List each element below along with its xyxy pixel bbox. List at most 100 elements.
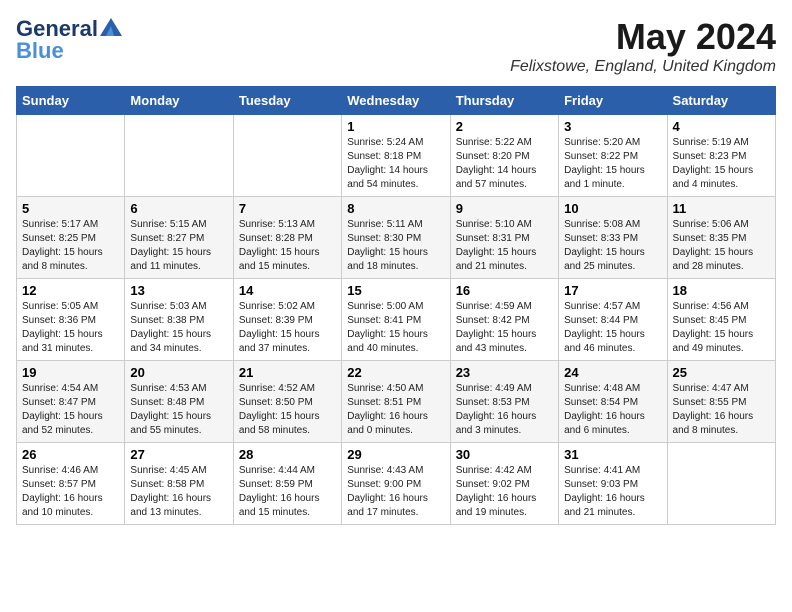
calendar-cell: 20 Sunrise: 4:53 AMSunset: 8:48 PMDayligh…	[125, 361, 233, 443]
calendar-cell: 9 Sunrise: 5:10 AMSunset: 8:31 PMDaylight…	[450, 197, 558, 279]
day-info: Sunrise: 4:47 AMSunset: 8:55 PMDaylight:…	[673, 382, 770, 438]
day-info: Sunrise: 4:59 AMSunset: 8:42 PMDaylight:…	[456, 300, 553, 356]
title-area: May 2024 Felixstowe, England, United Kin…	[510, 16, 776, 76]
calendar-week-row: 12 Sunrise: 5:05 AMSunset: 8:36 PMDayligh…	[17, 279, 776, 361]
day-number: 21	[239, 365, 336, 380]
day-info: Sunrise: 5:17 AMSunset: 8:25 PMDaylight:…	[22, 218, 119, 274]
day-info: Sunrise: 4:56 AMSunset: 8:45 PMDaylight:…	[673, 300, 770, 356]
calendar-cell	[667, 443, 775, 525]
calendar-day-header: Monday	[125, 87, 233, 115]
calendar-day-header: Wednesday	[342, 87, 450, 115]
calendar-cell: 1Sunrise: 5:24 AMSunset: 8:18 PMDaylight…	[342, 115, 450, 197]
day-info: Sunrise: 5:13 AMSunset: 8:28 PMDaylight:…	[239, 218, 336, 274]
day-info: Sunrise: 5:19 AMSunset: 8:23 PMDaylight:…	[673, 136, 770, 192]
calendar-cell: 31 Sunrise: 4:41 AMSunset: 9:03 PMDayligh…	[559, 443, 667, 525]
logo-icon	[100, 18, 122, 36]
calendar-table: SundayMondayTuesdayWednesdayThursdayFrid…	[16, 86, 776, 525]
day-number: 23	[456, 365, 553, 380]
calendar-cell: 18 Sunrise: 4:56 AMSunset: 8:45 PMDayligh…	[667, 279, 775, 361]
day-number: 12	[22, 283, 119, 298]
logo: General Blue	[16, 16, 122, 64]
main-title: May 2024	[510, 16, 776, 58]
calendar-day-header: Saturday	[667, 87, 775, 115]
calendar-day-header: Tuesday	[233, 87, 341, 115]
day-info: Sunrise: 4:45 AMSunset: 8:58 PMDaylight:…	[130, 464, 227, 520]
calendar-cell	[233, 115, 341, 197]
calendar-day-header: Sunday	[17, 87, 125, 115]
day-info: Sunrise: 5:00 AMSunset: 8:41 PMDaylight:…	[347, 300, 444, 356]
day-info: Sunrise: 4:43 AMSunset: 9:00 PMDaylight:…	[347, 464, 444, 520]
day-number: 20	[130, 365, 227, 380]
day-number: 14	[239, 283, 336, 298]
day-number: 15	[347, 283, 444, 298]
day-number: 6	[130, 201, 227, 216]
calendar-cell: 30 Sunrise: 4:42 AMSunset: 9:02 PMDayligh…	[450, 443, 558, 525]
calendar-cell: 27 Sunrise: 4:45 AMSunset: 8:58 PMDayligh…	[125, 443, 233, 525]
day-number: 24	[564, 365, 661, 380]
day-number: 7	[239, 201, 336, 216]
day-number: 13	[130, 283, 227, 298]
day-number: 17	[564, 283, 661, 298]
day-info: Sunrise: 5:06 AMSunset: 8:35 PMDaylight:…	[673, 218, 770, 274]
day-info: Sunrise: 5:02 AMSunset: 8:39 PMDaylight:…	[239, 300, 336, 356]
calendar-header-row: SundayMondayTuesdayWednesdayThursdayFrid…	[17, 87, 776, 115]
day-number: 31	[564, 447, 661, 462]
calendar-cell: 16 Sunrise: 4:59 AMSunset: 8:42 PMDayligh…	[450, 279, 558, 361]
day-info: Sunrise: 5:10 AMSunset: 8:31 PMDaylight:…	[456, 218, 553, 274]
day-info: Sunrise: 5:05 AMSunset: 8:36 PMDaylight:…	[22, 300, 119, 356]
day-number: 22	[347, 365, 444, 380]
calendar-cell: 7 Sunrise: 5:13 AMSunset: 8:28 PMDaylight…	[233, 197, 341, 279]
day-number: 2	[456, 119, 553, 134]
calendar-cell: 6 Sunrise: 5:15 AMSunset: 8:27 PMDaylight…	[125, 197, 233, 279]
day-number: 9	[456, 201, 553, 216]
calendar-cell: 25Sunrise: 4:47 AMSunset: 8:55 PMDayligh…	[667, 361, 775, 443]
calendar-cell: 11Sunrise: 5:06 AMSunset: 8:35 PMDayligh…	[667, 197, 775, 279]
day-info: Sunrise: 4:46 AMSunset: 8:57 PMDaylight:…	[22, 464, 119, 520]
calendar-cell: 3Sunrise: 5:20 AMSunset: 8:22 PMDaylight…	[559, 115, 667, 197]
day-info: Sunrise: 4:44 AMSunset: 8:59 PMDaylight:…	[239, 464, 336, 520]
day-number: 16	[456, 283, 553, 298]
calendar-cell: 13Sunrise: 5:03 AMSunset: 8:38 PMDayligh…	[125, 279, 233, 361]
calendar-cell: 5 Sunrise: 5:17 AMSunset: 8:25 PMDaylight…	[17, 197, 125, 279]
day-number: 19	[22, 365, 119, 380]
day-info: Sunrise: 5:24 AMSunset: 8:18 PMDaylight:…	[347, 136, 444, 192]
day-info: Sunrise: 4:52 AMSunset: 8:50 PMDaylight:…	[239, 382, 336, 438]
calendar-cell: 21 Sunrise: 4:52 AMSunset: 8:50 PMDayligh…	[233, 361, 341, 443]
day-number: 29	[347, 447, 444, 462]
calendar-cell: 24 Sunrise: 4:48 AMSunset: 8:54 PMDayligh…	[559, 361, 667, 443]
calendar-cell: 4 Sunrise: 5:19 AMSunset: 8:23 PMDaylight…	[667, 115, 775, 197]
day-info: Sunrise: 4:53 AMSunset: 8:48 PMDaylight:…	[130, 382, 227, 438]
calendar-cell: 23 Sunrise: 4:49 AMSunset: 8:53 PMDayligh…	[450, 361, 558, 443]
calendar-cell: 12 Sunrise: 5:05 AMSunset: 8:36 PMDayligh…	[17, 279, 125, 361]
day-info: Sunrise: 4:49 AMSunset: 8:53 PMDaylight:…	[456, 382, 553, 438]
day-info: Sunrise: 5:22 AMSunset: 8:20 PMDaylight:…	[456, 136, 553, 192]
day-info: Sunrise: 4:50 AMSunset: 8:51 PMDaylight:…	[347, 382, 444, 438]
calendar-cell	[17, 115, 125, 197]
header: General Blue May 2024 Felixstowe, Englan…	[16, 16, 776, 76]
day-number: 10	[564, 201, 661, 216]
calendar-cell: 15 Sunrise: 5:00 AMSunset: 8:41 PMDayligh…	[342, 279, 450, 361]
calendar-week-row: 26 Sunrise: 4:46 AMSunset: 8:57 PMDayligh…	[17, 443, 776, 525]
calendar-week-row: 19 Sunrise: 4:54 AMSunset: 8:47 PMDayligh…	[17, 361, 776, 443]
calendar-day-header: Friday	[559, 87, 667, 115]
day-number: 30	[456, 447, 553, 462]
day-number: 8	[347, 201, 444, 216]
day-number: 27	[130, 447, 227, 462]
day-number: 26	[22, 447, 119, 462]
day-info: Sunrise: 5:15 AMSunset: 8:27 PMDaylight:…	[130, 218, 227, 274]
day-number: 3	[564, 119, 661, 134]
day-number: 18	[673, 283, 770, 298]
day-info: Sunrise: 4:54 AMSunset: 8:47 PMDaylight:…	[22, 382, 119, 438]
day-info: Sunrise: 4:48 AMSunset: 8:54 PMDaylight:…	[564, 382, 661, 438]
day-number: 4	[673, 119, 770, 134]
calendar-cell: 8Sunrise: 5:11 AMSunset: 8:30 PMDaylight…	[342, 197, 450, 279]
calendar-week-row: 1Sunrise: 5:24 AMSunset: 8:18 PMDaylight…	[17, 115, 776, 197]
calendar-cell: 2 Sunrise: 5:22 AMSunset: 8:20 PMDaylight…	[450, 115, 558, 197]
subtitle: Felixstowe, England, United Kingdom	[510, 58, 776, 76]
day-number: 5	[22, 201, 119, 216]
day-info: Sunrise: 4:42 AMSunset: 9:02 PMDaylight:…	[456, 464, 553, 520]
day-info: Sunrise: 4:41 AMSunset: 9:03 PMDaylight:…	[564, 464, 661, 520]
calendar-cell: 22 Sunrise: 4:50 AMSunset: 8:51 PMDayligh…	[342, 361, 450, 443]
calendar-cell	[125, 115, 233, 197]
calendar-cell: 29 Sunrise: 4:43 AMSunset: 9:00 PMDayligh…	[342, 443, 450, 525]
